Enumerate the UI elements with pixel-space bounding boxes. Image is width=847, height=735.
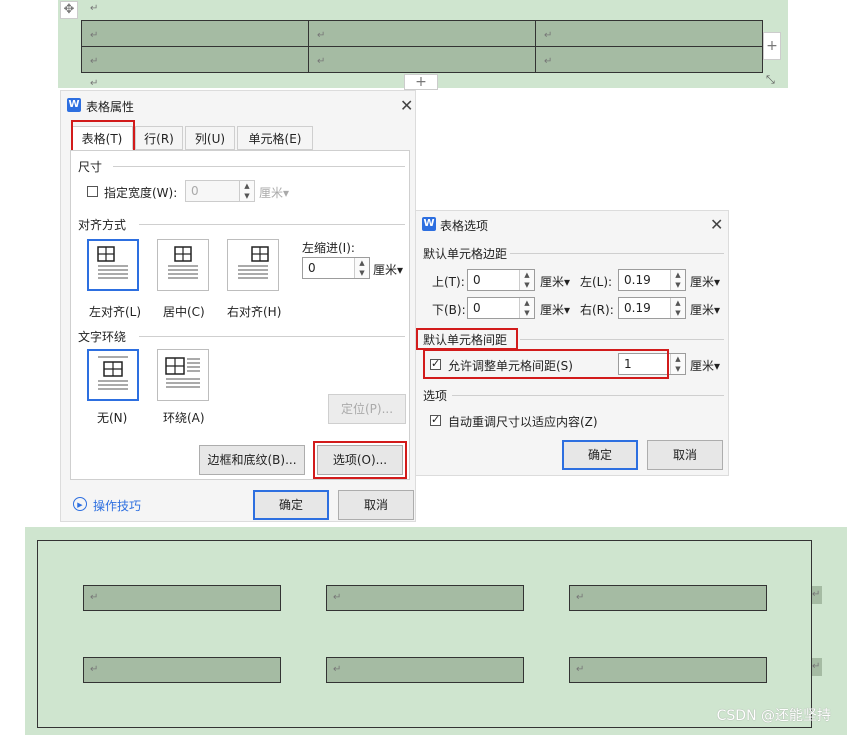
- width-input[interactable]: 0 ▲ ▼: [185, 180, 255, 202]
- wps-logo-icon: W: [422, 217, 436, 231]
- wps-logo-icon: W: [67, 98, 81, 112]
- align-group-title: 对齐方式: [78, 218, 127, 232]
- top-margin-input[interactable]: 0 ▲ ▼: [467, 269, 535, 291]
- indent-input[interactable]: 0 ▲ ▼: [302, 257, 370, 279]
- left-margin-unit[interactable]: 厘米▾: [690, 273, 720, 290]
- align-center-option[interactable]: [157, 239, 209, 291]
- wrap-around-label: 环绕(A): [163, 411, 205, 425]
- spacing-unit[interactable]: 厘米▾: [690, 357, 720, 374]
- ok-button[interactable]: 确定: [253, 490, 329, 520]
- table-cell[interactable]: ↵: [308, 46, 536, 73]
- top-margin-label: 上(T):: [432, 275, 465, 289]
- top-margin-unit[interactable]: 厘米▾: [540, 273, 570, 290]
- table-cell[interactable]: ↵: [569, 585, 767, 611]
- right-margin-label: 右(R):: [580, 303, 614, 317]
- align-left-icon: [97, 246, 128, 279]
- watermark: CSDN @还能坚持: [716, 708, 831, 724]
- close-icon[interactable]: ✕: [710, 217, 723, 233]
- bottom-margin-input[interactable]: 0 ▲ ▼: [467, 297, 535, 319]
- table-options-dialog: W 表格选项 ✕ 默认单元格边距 上(T): 0 ▲ ▼ 厘米▾ 左(L): 0.1…: [415, 210, 729, 476]
- right-margin-input[interactable]: 0.19 ▲ ▼: [618, 297, 686, 319]
- add-row-button[interactable]: +: [404, 74, 438, 90]
- left-margin-label: 左(L):: [580, 275, 613, 289]
- table-properties-dialog: W 表格属性 ✕ 表格(T) 行(R) 列(U) 单元格(E) 尺寸 指定宽度(…: [60, 90, 416, 522]
- divider: [520, 339, 724, 340]
- align-center-label: 居中(C): [163, 305, 205, 319]
- table-cell[interactable]: ↵: [81, 20, 309, 47]
- tab-row[interactable]: 行(R): [135, 126, 183, 150]
- table-cell[interactable]: ↵: [81, 46, 309, 73]
- table-cell[interactable]: ↵: [308, 20, 536, 47]
- document-table-spaced: ↵ ↵ ↵ ↵ ↵ ↵: [37, 540, 812, 728]
- row-end-mark: ↵: [812, 658, 822, 676]
- wrap-none-label: 无(N): [97, 411, 128, 425]
- dialog-title: 表格选项: [440, 219, 489, 233]
- row-end-mark: ↵: [812, 586, 822, 604]
- table-cell[interactable]: ↵: [83, 657, 281, 683]
- table-cell[interactable]: ↵: [326, 657, 524, 683]
- bottom-margin-label: 下(B):: [432, 303, 466, 317]
- highlight-box: [71, 120, 135, 154]
- wrap-none-option[interactable]: [87, 349, 139, 401]
- dialog-title: 表格属性: [86, 100, 135, 114]
- margins-group-title: 默认单元格边距: [423, 247, 508, 261]
- width-unit-select[interactable]: 厘米▾: [259, 184, 289, 201]
- align-right-icon: [238, 246, 269, 279]
- tips-link[interactable]: 操作技巧: [93, 497, 141, 514]
- align-right-label: 右对齐(H): [227, 305, 282, 319]
- cancel-button[interactable]: 取消: [647, 440, 723, 470]
- ok-button[interactable]: 确定: [562, 440, 638, 470]
- borders-shading-button[interactable]: 边框和底纹(B)...: [199, 445, 305, 475]
- close-icon[interactable]: ✕: [400, 98, 413, 114]
- left-margin-input[interactable]: 0.19 ▲ ▼: [618, 269, 686, 291]
- highlight-box: [423, 349, 669, 379]
- wrap-around-icon: [165, 357, 200, 388]
- tab-page: 尺寸 指定宽度(W): 0 ▲ ▼ 厘米▾ 对齐方式 左对齐(L) 居中(C) …: [70, 150, 410, 480]
- specify-width-label: 指定宽度(W):: [104, 186, 178, 200]
- wrap-none-icon: [98, 356, 128, 390]
- auto-resize-checkbox[interactable]: [430, 413, 441, 426]
- divider: [113, 166, 405, 167]
- bottom-margin-unit[interactable]: 厘米▾: [540, 301, 570, 318]
- paragraph-mark: ↵: [90, 78, 99, 89]
- paragraph-mark: ↵: [90, 3, 99, 14]
- position-button[interactable]: 定位(P)...: [328, 394, 406, 424]
- indent-label: 左缩进(I):: [302, 241, 355, 255]
- divider: [510, 253, 724, 254]
- auto-resize-label: 自动重调尺寸以适应内容(Z): [448, 415, 598, 429]
- tab-cell[interactable]: 单元格(E): [237, 126, 313, 150]
- cancel-button[interactable]: 取消: [338, 490, 414, 520]
- tab-column[interactable]: 列(U): [185, 126, 235, 150]
- table-cell[interactable]: ↵: [535, 46, 763, 73]
- size-group-title: 尺寸: [78, 160, 103, 174]
- table-resize-handle[interactable]: ⤡: [766, 73, 780, 87]
- table-cell[interactable]: ↵: [326, 585, 524, 611]
- align-center-icon: [168, 246, 198, 279]
- indent-unit-select[interactable]: 厘米▾: [373, 261, 403, 278]
- document-table-top: ↵ ↵ ↵ ↵ ↵ ↵: [81, 20, 763, 73]
- right-margin-unit[interactable]: 厘米▾: [690, 301, 720, 318]
- table-cell[interactable]: ↵: [535, 20, 763, 47]
- table-cell[interactable]: ↵: [83, 585, 281, 611]
- add-column-button[interactable]: +: [763, 32, 781, 60]
- options-group-title: 选项: [423, 389, 448, 403]
- table-cell[interactable]: ↵: [569, 657, 767, 683]
- play-icon: ▶: [73, 497, 87, 511]
- wrap-group-title: 文字环绕: [78, 330, 127, 344]
- divider: [139, 224, 405, 225]
- align-left-option[interactable]: [87, 239, 139, 291]
- wrap-around-option[interactable]: [157, 349, 209, 401]
- divider: [452, 395, 724, 396]
- align-left-label: 左对齐(L): [89, 305, 142, 319]
- table-move-handle[interactable]: ✥: [60, 1, 78, 19]
- align-right-option[interactable]: [227, 239, 279, 291]
- highlight-box: [313, 441, 407, 479]
- divider: [139, 336, 405, 337]
- highlight-box: [416, 328, 518, 350]
- specify-width-checkbox[interactable]: [87, 186, 98, 197]
